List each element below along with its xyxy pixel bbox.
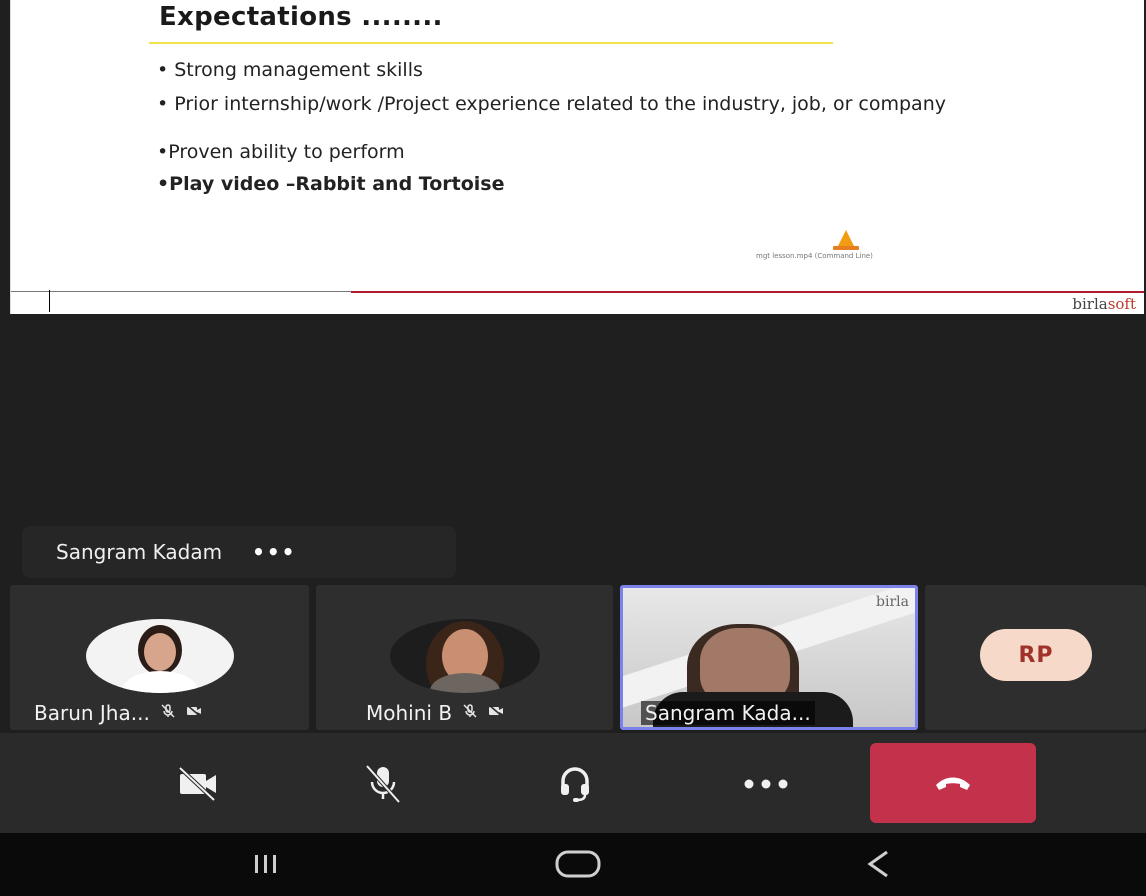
slide-bullet: • Prior internship/work /Project experie… bbox=[157, 93, 946, 115]
recents-icon bbox=[255, 855, 276, 873]
headset-icon bbox=[561, 767, 589, 802]
speaker-more-button[interactable]: ••• bbox=[252, 540, 296, 564]
home-icon bbox=[555, 850, 601, 878]
avatar-face bbox=[143, 633, 176, 671]
slide-bullet: •Proven ability to perform bbox=[157, 141, 405, 163]
camera-toggle-button[interactable] bbox=[165, 755, 231, 813]
participant-tile[interactable]: RP bbox=[925, 585, 1146, 730]
camera-off-icon bbox=[178, 766, 216, 802]
avatar bbox=[389, 619, 540, 693]
slide-footer: birlasoft bbox=[11, 283, 1144, 314]
participant-name-row: Sangram Kada... bbox=[641, 701, 815, 725]
brand-logo: birlasoft bbox=[1072, 295, 1136, 313]
video-brand-text: birla bbox=[876, 594, 909, 610]
participant-name: Sangram Kada... bbox=[645, 701, 811, 725]
mic-off-icon bbox=[160, 703, 176, 723]
meeting-screen: Expectations ........ • Strong managemen… bbox=[0, 0, 1146, 896]
recents-button[interactable] bbox=[246, 847, 286, 881]
participant-tile[interactable]: Mohini B bbox=[316, 585, 613, 730]
leave-call-button[interactable] bbox=[870, 743, 1036, 823]
call-controls-bar bbox=[0, 733, 1146, 833]
slide-bullet: • Strong management skills bbox=[157, 59, 423, 81]
initials-avatar: RP bbox=[980, 629, 1092, 681]
footer-divider-accent bbox=[351, 291, 1144, 293]
camera-off-icon bbox=[186, 704, 202, 722]
slide-bullet: •Play video –Rabbit and Tortoise bbox=[157, 173, 505, 195]
participant-name-row: Barun Jha... bbox=[34, 701, 202, 725]
more-options-button[interactable] bbox=[733, 755, 799, 813]
speaker-name: Sangram Kadam bbox=[56, 540, 223, 564]
more-horizontal-icon bbox=[744, 779, 788, 789]
camera-off-icon bbox=[488, 704, 504, 722]
home-button[interactable] bbox=[553, 847, 603, 881]
back-icon bbox=[867, 850, 888, 878]
media-file-label[interactable]: mgt lesson.mp4 (Command Line) bbox=[756, 252, 873, 260]
android-nav-bar bbox=[0, 833, 1146, 896]
title-underline bbox=[149, 42, 833, 44]
participant-name: Mohini B bbox=[366, 701, 453, 725]
active-speaker-chip[interactable]: Sangram Kadam ••• bbox=[22, 526, 456, 578]
mic-off-icon bbox=[462, 703, 478, 723]
mic-toggle-button[interactable] bbox=[350, 755, 416, 813]
hang-up-icon bbox=[936, 777, 970, 790]
participant-tile-active-speaker[interactable]: birla Sangram Kada... bbox=[620, 585, 918, 730]
audio-device-button[interactable] bbox=[542, 755, 608, 813]
participant-name-row: Mohini B bbox=[366, 701, 504, 725]
footer-divider bbox=[11, 291, 351, 292]
participant-tile[interactable]: Barun Jha... bbox=[10, 585, 309, 730]
mic-off-icon bbox=[365, 764, 401, 804]
participant-gallery: Barun Jha... Mohini B birla Sangram Kada… bbox=[10, 585, 1146, 731]
text-cursor bbox=[49, 290, 50, 312]
participant-name: Barun Jha... bbox=[34, 701, 150, 725]
back-button[interactable] bbox=[858, 847, 898, 881]
avatar-shirt bbox=[121, 671, 198, 693]
brand-part2: soft bbox=[1107, 295, 1136, 313]
brand-part1: birla bbox=[1072, 295, 1108, 313]
avatar bbox=[85, 619, 234, 693]
slide-title: Expectations ........ bbox=[159, 2, 443, 32]
shared-slide: Expectations ........ • Strong managemen… bbox=[10, 0, 1144, 314]
vlc-icon-base bbox=[833, 246, 859, 250]
